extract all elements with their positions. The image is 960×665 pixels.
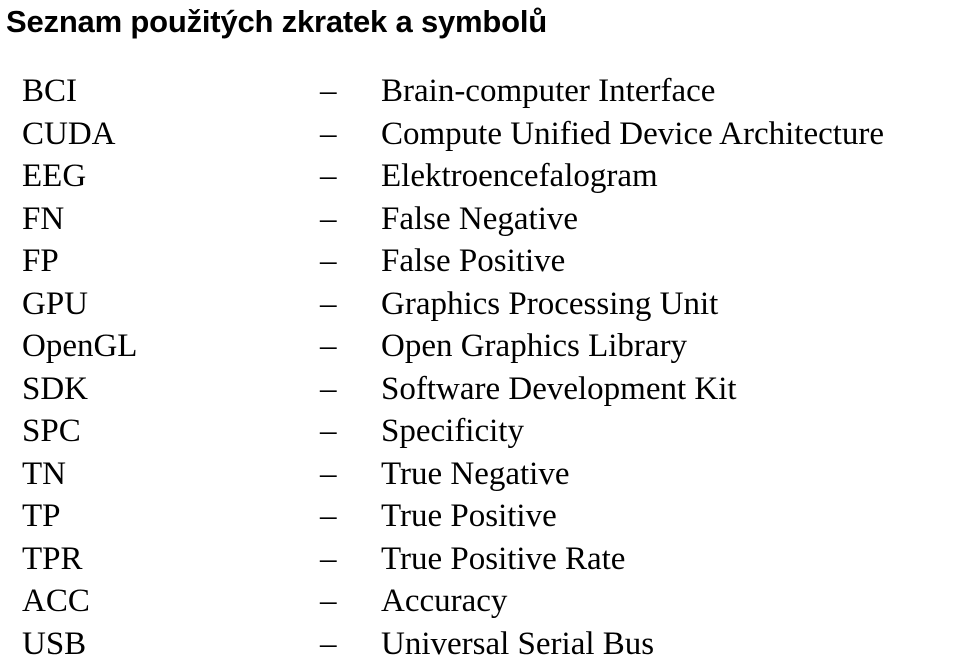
definition: Software Development Kit	[381, 368, 737, 411]
abbreviation: CUDA	[22, 113, 116, 156]
list-item: SPC – Specificity	[0, 410, 960, 453]
separator-dash: –	[320, 283, 337, 326]
list-item: TP – True Positive	[0, 495, 960, 538]
definition: True Positive Rate	[381, 538, 625, 581]
list-item: CUDA – Compute Unified Device Architectu…	[0, 113, 960, 156]
separator-dash: –	[320, 368, 337, 411]
separator-dash: –	[320, 495, 337, 538]
list-item: GPU – Graphics Processing Unit	[0, 283, 960, 326]
definition: False Positive	[381, 240, 565, 283]
list-item: USB – Universal Serial Bus	[0, 623, 960, 665]
list-item: BCI – Brain-computer Interface	[0, 70, 960, 113]
list-item: FN – False Negative	[0, 198, 960, 241]
list-item: TN – True Negative	[0, 453, 960, 496]
list-item: FP – False Positive	[0, 240, 960, 283]
definition: Open Graphics Library	[381, 325, 687, 368]
separator-dash: –	[320, 623, 337, 665]
abbreviation: SDK	[22, 368, 88, 411]
definition: Elektroencefalogram	[381, 155, 658, 198]
list-item: ACC – Accuracy	[0, 580, 960, 623]
definition: Universal Serial Bus	[381, 623, 654, 665]
abbreviation-list: BCI – Brain-computer Interface CUDA – Co…	[0, 70, 960, 665]
separator-dash: –	[320, 155, 337, 198]
separator-dash: –	[320, 580, 337, 623]
abbreviation: USB	[22, 623, 86, 665]
list-item: TPR – True Positive Rate	[0, 538, 960, 581]
list-item: OpenGL – Open Graphics Library	[0, 325, 960, 368]
definition: Brain-computer Interface	[381, 70, 715, 113]
abbreviation: ACC	[22, 580, 90, 623]
separator-dash: –	[320, 538, 337, 581]
definition: Specificity	[381, 410, 524, 453]
abbreviation: TPR	[22, 538, 83, 581]
abbreviation: FP	[22, 240, 59, 283]
abbreviation: GPU	[22, 283, 88, 326]
definition: Compute Unified Device Architecture	[381, 113, 884, 156]
separator-dash: –	[320, 113, 337, 156]
separator-dash: –	[320, 453, 337, 496]
page-title: Seznam použitých zkratek a symbolů	[6, 2, 547, 42]
definition: Accuracy	[381, 580, 507, 623]
abbreviation: TN	[22, 453, 66, 496]
abbreviation: EEG	[22, 155, 86, 198]
list-item: EEG – Elektroencefalogram	[0, 155, 960, 198]
separator-dash: –	[320, 410, 337, 453]
separator-dash: –	[320, 325, 337, 368]
separator-dash: –	[320, 240, 337, 283]
list-item: SDK – Software Development Kit	[0, 368, 960, 411]
definition: False Negative	[381, 198, 578, 241]
abbreviation: BCI	[22, 70, 77, 113]
abbreviation: OpenGL	[22, 325, 137, 368]
definition: True Negative	[381, 453, 570, 496]
definition: True Positive	[381, 495, 557, 538]
abbreviation: SPC	[22, 410, 81, 453]
abbreviation: FN	[22, 198, 64, 241]
separator-dash: –	[320, 70, 337, 113]
definition: Graphics Processing Unit	[381, 283, 718, 326]
separator-dash: –	[320, 198, 337, 241]
abbreviation: TP	[22, 495, 61, 538]
